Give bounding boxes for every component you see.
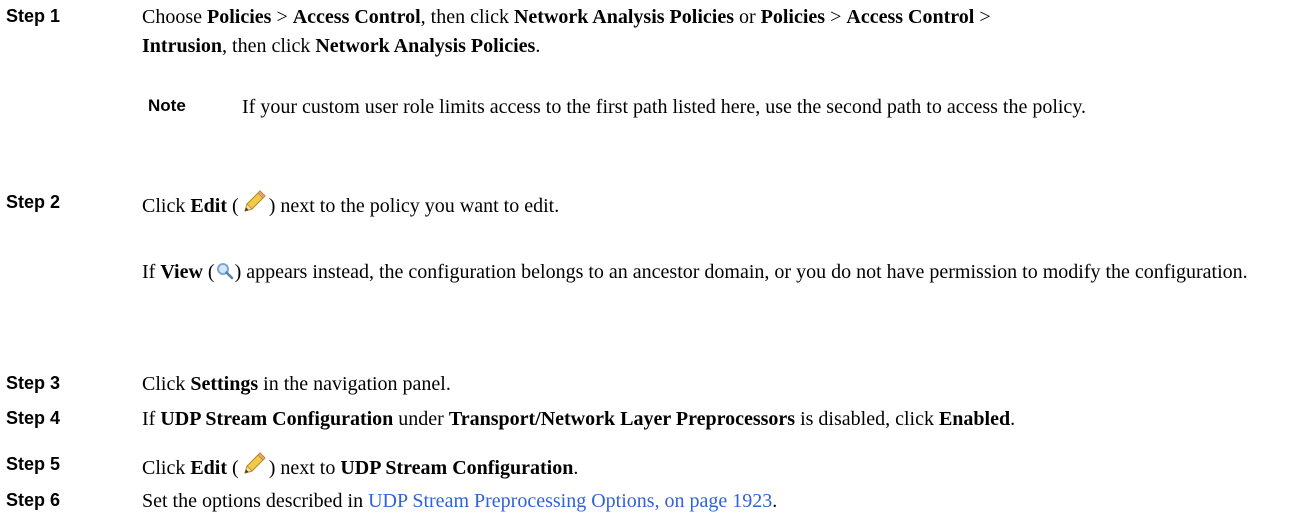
step-detail-text: If View ( ) appears instead, the configur… — [142, 257, 1292, 289]
bold-term: Edit — [190, 195, 228, 217]
pencil-icon — [241, 451, 267, 486]
text: is disabled, click — [795, 408, 939, 430]
text: Set the options described in — [142, 490, 369, 512]
pencil-icon — [241, 189, 267, 224]
step-label: Step 3 — [6, 373, 61, 393]
text: > — [825, 6, 847, 28]
text: ) next to — [268, 457, 341, 479]
text: ( — [227, 195, 239, 217]
text: . — [573, 457, 579, 479]
step-text: Click Settings in the navigation panel. — [142, 370, 1292, 399]
step-text: Choose Policies > Access Control, then c… — [142, 3, 1292, 61]
text: Click — [142, 457, 191, 479]
bold-term: Transport/Network Layer Preprocessors — [448, 408, 796, 430]
bold-term: Network Analysis Policies — [315, 35, 536, 57]
bold-term: Access Control — [292, 6, 421, 28]
text: > — [974, 6, 991, 28]
bold-term: Network Analysis Policies — [513, 6, 734, 28]
text: Click — [142, 373, 191, 395]
bold-term: Access Control — [846, 6, 975, 28]
step-label: Step 2 — [6, 192, 61, 212]
step-label: Step 1 — [6, 6, 61, 26]
note-text: If your custom user role limits access t… — [242, 96, 1087, 118]
text: , then click — [222, 35, 316, 57]
text: . — [772, 490, 778, 512]
bold-term: Intrusion — [142, 35, 223, 57]
text: , then click — [420, 6, 514, 28]
text: ( — [202, 261, 215, 283]
text: or — [733, 6, 761, 28]
text: > — [271, 6, 293, 28]
step-text: Set the options described in UDP Stream … — [142, 487, 1292, 516]
text: under — [393, 408, 449, 430]
note-label: Note — [148, 96, 186, 115]
bold-term: UDP Stream Configuration — [340, 457, 574, 479]
magnifier-icon — [216, 259, 234, 289]
step-label: Step 4 — [6, 408, 61, 428]
text: Choose — [142, 6, 207, 28]
bold-term: Edit — [190, 457, 228, 479]
step-text: If UDP Stream Configuration under Transp… — [142, 405, 1292, 434]
udp-options-link[interactable]: UDP Stream Preprocessing Options, on pag… — [368, 490, 772, 512]
text: ) next to the policy you want to edit. — [268, 195, 560, 217]
step-label: Step 5 — [6, 454, 61, 474]
bold-term: Settings — [190, 373, 259, 395]
bold-term: Policies — [207, 6, 272, 28]
step-label: Step 6 — [6, 490, 61, 510]
text: . — [535, 35, 541, 57]
bold-term: Policies — [760, 6, 826, 28]
text: Click — [142, 195, 191, 217]
step-text: Click Edit ( ) next to the policy you wan… — [142, 189, 1292, 224]
text: in the navigation panel. — [258, 373, 451, 395]
text: If — [142, 408, 161, 430]
text: . — [1010, 408, 1016, 430]
text: If — [142, 261, 161, 283]
text: ) appears instead, the configuration bel… — [234, 261, 1248, 283]
bold-term: UDP Stream Configuration — [160, 408, 394, 430]
step-text: Click Edit ( ) next to UDP Stream Configu… — [142, 451, 1292, 486]
text: ( — [227, 457, 239, 479]
bold-term: View — [160, 261, 203, 283]
bold-term: Enabled — [938, 408, 1011, 430]
